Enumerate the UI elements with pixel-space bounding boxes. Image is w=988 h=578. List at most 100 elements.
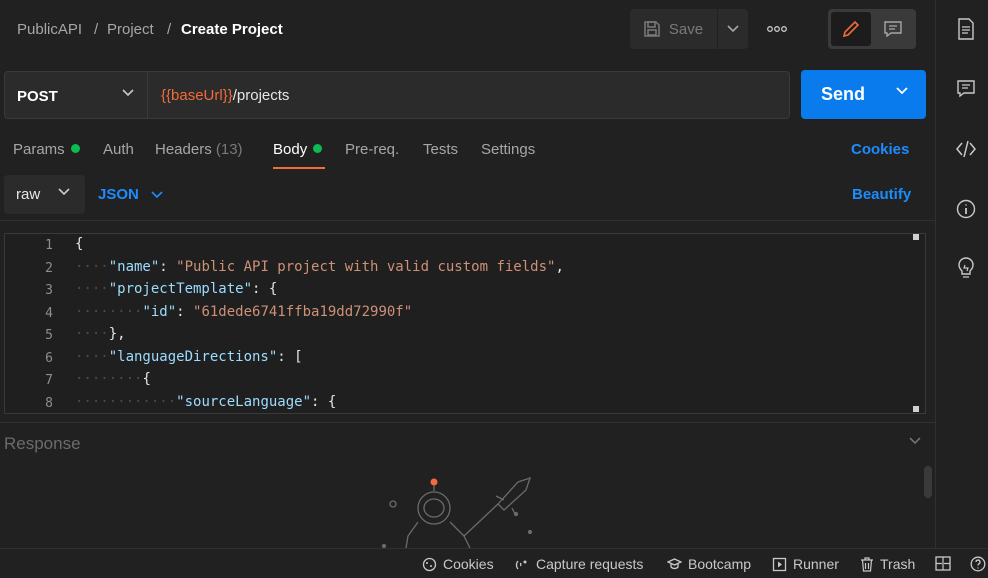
tab-params[interactable]: Params [13, 141, 80, 158]
documentation-button[interactable] [952, 15, 980, 43]
code-line: ············"sourceLanguage": { [75, 393, 337, 410]
url-input[interactable]: {{baseUrl}}/projects [148, 71, 790, 119]
tab-body-label: Body [273, 141, 308, 158]
beautify-button[interactable]: Beautify [852, 186, 911, 203]
two-pane-toggle[interactable] [935, 556, 951, 571]
url-path: /projects [232, 87, 290, 104]
comment-mode-button[interactable] [873, 12, 913, 46]
line-number: 2 [45, 260, 53, 276]
code-line: ········{ [75, 371, 151, 387]
code-line: ····}, [75, 326, 126, 342]
code-snippet-button[interactable] [952, 135, 980, 163]
code-line: ········"id": "61dede6741ffba19dd72990f" [75, 303, 413, 320]
layout-icon [935, 556, 951, 571]
breadcrumb-separator: / [94, 21, 99, 38]
view-mode-toggle [828, 9, 916, 49]
status-dot [313, 144, 323, 153]
related-collections-button[interactable] [952, 254, 980, 282]
tab-headers[interactable]: Headers (13) [155, 141, 243, 158]
method-select[interactable]: POST [4, 71, 148, 119]
help-icon [970, 556, 986, 572]
code-line: { [75, 236, 84, 252]
page-title[interactable]: Create Project [181, 21, 283, 38]
save-icon [644, 21, 660, 37]
tab-body[interactable]: Body [273, 141, 323, 158]
cookies-link[interactable]: Cookies [851, 141, 909, 158]
info-icon [956, 199, 976, 219]
code-line: ····"name": "Public API project with val… [75, 258, 564, 275]
edit-mode-button[interactable] [831, 12, 871, 46]
cookies-status-button[interactable]: Cookies [422, 556, 494, 572]
body-mode-select[interactable]: raw [4, 175, 85, 214]
chevron-down-icon [58, 188, 70, 196]
body-mode-label: raw [16, 186, 41, 203]
line-number: 1 [45, 238, 53, 253]
code-line: ····"languageDirections": [ [75, 348, 303, 365]
format-select[interactable]: JSON [98, 186, 163, 203]
save-button[interactable]: Save [630, 9, 716, 49]
send-button[interactable]: Send [801, 70, 926, 119]
runner-button[interactable]: Runner [772, 556, 839, 572]
more-actions-button[interactable] [760, 18, 794, 40]
tab-auth[interactable]: Auth [103, 141, 134, 158]
code-line: ····"projectTemplate": { [75, 281, 278, 297]
code-editor[interactable]: 1 {2 ····"name": "Public API project with … [4, 233, 926, 414]
scrollbar-arrow-down[interactable] [913, 406, 919, 412]
tab-tests[interactable]: Tests [423, 141, 458, 158]
format-label: JSON [98, 186, 139, 203]
pencil-icon [842, 20, 860, 38]
chevron-down-icon [151, 190, 163, 198]
scrollbar-arrow-up[interactable] [913, 234, 919, 240]
capture-requests-label: Capture requests [536, 556, 644, 572]
divider [0, 422, 935, 423]
line-number: 8 [45, 395, 53, 411]
tab-params-label: Params [13, 141, 65, 158]
bootcamp-button[interactable]: Bootcamp [667, 556, 751, 572]
send-label: Send [821, 84, 866, 104]
url-variable: {{baseUrl}} [161, 87, 233, 104]
chevron-down-icon[interactable] [908, 436, 922, 446]
graduation-cap-icon [667, 557, 682, 569]
tab-prereq[interactable]: Pre-req. [345, 141, 399, 158]
top-bar: PublicAPI / Project / Create Project Sav… [0, 0, 935, 60]
capture-requests-button[interactable]: Capture requests [515, 556, 643, 572]
line-number: 7 [45, 373, 53, 388]
divider [0, 220, 935, 221]
chevron-down-icon[interactable] [895, 86, 909, 96]
save-options-button[interactable] [717, 9, 748, 49]
active-tab-indicator [273, 167, 325, 169]
breadcrumb-separator: / [167, 21, 172, 38]
response-label[interactable]: Response [4, 434, 81, 454]
breadcrumb-item-collection[interactable]: Project [107, 21, 154, 38]
comments-button[interactable] [952, 75, 980, 103]
runner-icon [772, 557, 787, 571]
headers-count-badge: (13) [215, 141, 243, 158]
astronaut-illustration [381, 476, 533, 548]
cookie-icon [422, 557, 437, 571]
trash-label: Trash [880, 556, 916, 572]
lightbulb-icon [958, 257, 974, 278]
document-icon [958, 18, 974, 40]
more-icon [767, 26, 787, 32]
line-number: 3 [45, 283, 53, 298]
help-button[interactable] [970, 556, 986, 572]
status-bar: Cookies Capture requests Bootcamp Runner… [0, 548, 988, 578]
url-text: {{baseUrl}}/projects [161, 87, 289, 104]
comment-icon [957, 80, 975, 98]
chevron-down-icon [727, 25, 739, 33]
runner-label: Runner [793, 556, 839, 572]
line-number: 4 [45, 305, 53, 321]
trash-button[interactable]: Trash [860, 556, 915, 572]
sidebar-divider [935, 0, 936, 548]
tab-settings[interactable]: Settings [481, 141, 535, 158]
line-number: 6 [45, 350, 53, 366]
cookies-status-label: Cookies [443, 556, 494, 572]
breadcrumb-item-workspace[interactable]: PublicAPI [17, 21, 82, 38]
info-button[interactable] [952, 195, 980, 223]
line-number: 5 [45, 328, 53, 343]
bootcamp-label: Bootcamp [688, 556, 752, 572]
scrollbar-thumb[interactable] [924, 466, 932, 498]
method-label: POST [17, 88, 58, 105]
trash-icon [861, 556, 873, 572]
status-dot [70, 144, 80, 153]
